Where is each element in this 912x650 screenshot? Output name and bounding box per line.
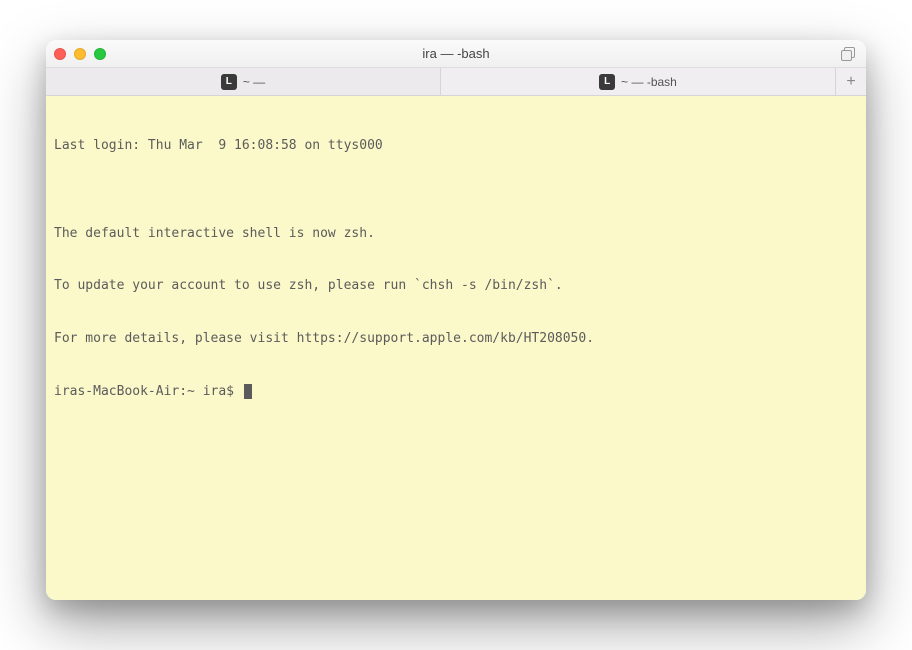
fullscreen-button[interactable] (94, 48, 106, 60)
new-tab-button[interactable]: + (836, 68, 866, 95)
traffic-lights (54, 48, 106, 60)
terminal-window: ira — -bash L ~ — L ~ — -bash + Last log… (46, 40, 866, 600)
tab-label: ~ — (243, 75, 265, 89)
minimize-button[interactable] (74, 48, 86, 60)
window-title: ira — -bash (422, 46, 489, 61)
window-titlebar[interactable]: ira — -bash (46, 40, 866, 68)
tab-2[interactable]: L ~ — -bash (441, 68, 836, 95)
duplicate-window-button[interactable] (838, 44, 858, 64)
cursor (244, 384, 252, 399)
terminal-icon: L (221, 74, 237, 90)
tab-bar: L ~ — L ~ — -bash + (46, 68, 866, 96)
output-line: The default interactive shell is now zsh… (54, 225, 858, 243)
copy-icon (841, 47, 855, 61)
tab-label: ~ — -bash (621, 75, 677, 89)
output-line: To update your account to use zsh, pleas… (54, 277, 858, 295)
plus-icon: + (846, 73, 855, 91)
terminal-icon: L (599, 74, 615, 90)
tab-1[interactable]: L ~ — (46, 68, 441, 95)
prompt: iras-MacBook-Air:~ ira$ (54, 383, 242, 401)
output-line: For more details, please visit https://s… (54, 330, 858, 348)
prompt-line: iras-MacBook-Air:~ ira$ (54, 383, 858, 401)
close-button[interactable] (54, 48, 66, 60)
terminal-output[interactable]: Last login: Thu Mar 9 16:08:58 on ttys00… (46, 96, 866, 600)
output-line: Last login: Thu Mar 9 16:08:58 on ttys00… (54, 137, 858, 155)
